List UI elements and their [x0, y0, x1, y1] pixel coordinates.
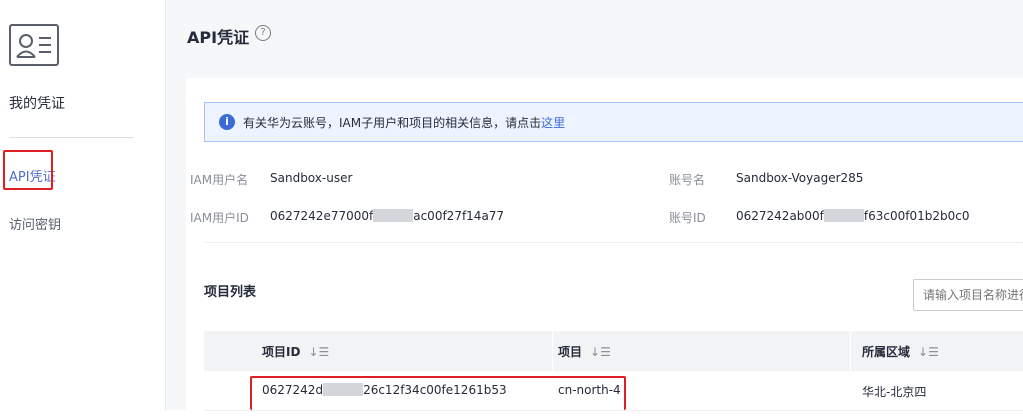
column-header-region[interactable]: 所属区域 ↓☰ [862, 343, 939, 360]
credential-card-icon [9, 24, 59, 66]
sidebar-item-access-keys[interactable]: 访问密钥 [9, 214, 61, 233]
account-id-label: 账号ID [669, 211, 706, 225]
info-icon: i [219, 114, 235, 130]
notice-text: 有关华为云账号，IAM子用户和项目的相关信息，请点击这里 [243, 116, 566, 130]
iam-user-id-label: IAM用户ID [190, 211, 249, 225]
account-name-label: 账号名 [669, 173, 706, 187]
page-title: API凭证 [187, 28, 250, 47]
masked-segment [373, 209, 414, 222]
notice-link[interactable]: 这里 [541, 116, 565, 130]
project-search-input[interactable] [913, 279, 1023, 311]
highlight-box-nav [3, 150, 53, 190]
masked-segment [823, 209, 864, 222]
sort-icon[interactable]: ↓☰ [918, 345, 939, 359]
column-divider [850, 331, 851, 371]
account-name-value: Sandbox-Voyager285 [736, 171, 864, 185]
column-header-project-id[interactable]: 项目ID ↓☰ [262, 343, 329, 360]
sidebar-title: 我的凭证 [9, 96, 65, 112]
region-cell: 华北-北京四 [862, 385, 927, 399]
account-id-value: 0627242ab00f f63c00f01b2b0c0 [736, 209, 970, 223]
project-list-title: 项目列表 [204, 285, 257, 300]
info-notice: i 有关华为云账号，IAM子用户和项目的相关信息，请点击这里 [204, 102, 1023, 142]
content-panel: i 有关华为云账号，IAM子用户和项目的相关信息，请点击这里 IAM用户名 Sa… [186, 78, 1023, 418]
column-divider [552, 331, 553, 371]
sort-icon[interactable]: ↓☰ [590, 345, 611, 359]
sort-icon[interactable]: ↓☰ [308, 345, 329, 359]
iam-username-value: Sandbox-user [270, 171, 353, 185]
sidebar-divider [9, 137, 133, 138]
iam-user-id-value: 0627242e77000f ac00f27f14a77 [270, 209, 505, 223]
section-divider [204, 242, 1023, 243]
main-content: API凭证 ? i 有关华为云账号，IAM子用户和项目的相关信息，请点击这里 I… [166, 0, 1023, 418]
table-header: 项目ID ↓☰ 项目 ↓☰ 所属区域 ↓☰ [204, 331, 1023, 371]
column-header-project[interactable]: 项目 ↓☰ [558, 343, 611, 360]
highlight-box-project-row [250, 376, 626, 410]
iam-username-label: IAM用户名 [190, 173, 249, 187]
sidebar: 我的凭证 API凭证 访问密钥 [0, 0, 166, 410]
question-circle-icon[interactable]: ? [255, 25, 271, 41]
